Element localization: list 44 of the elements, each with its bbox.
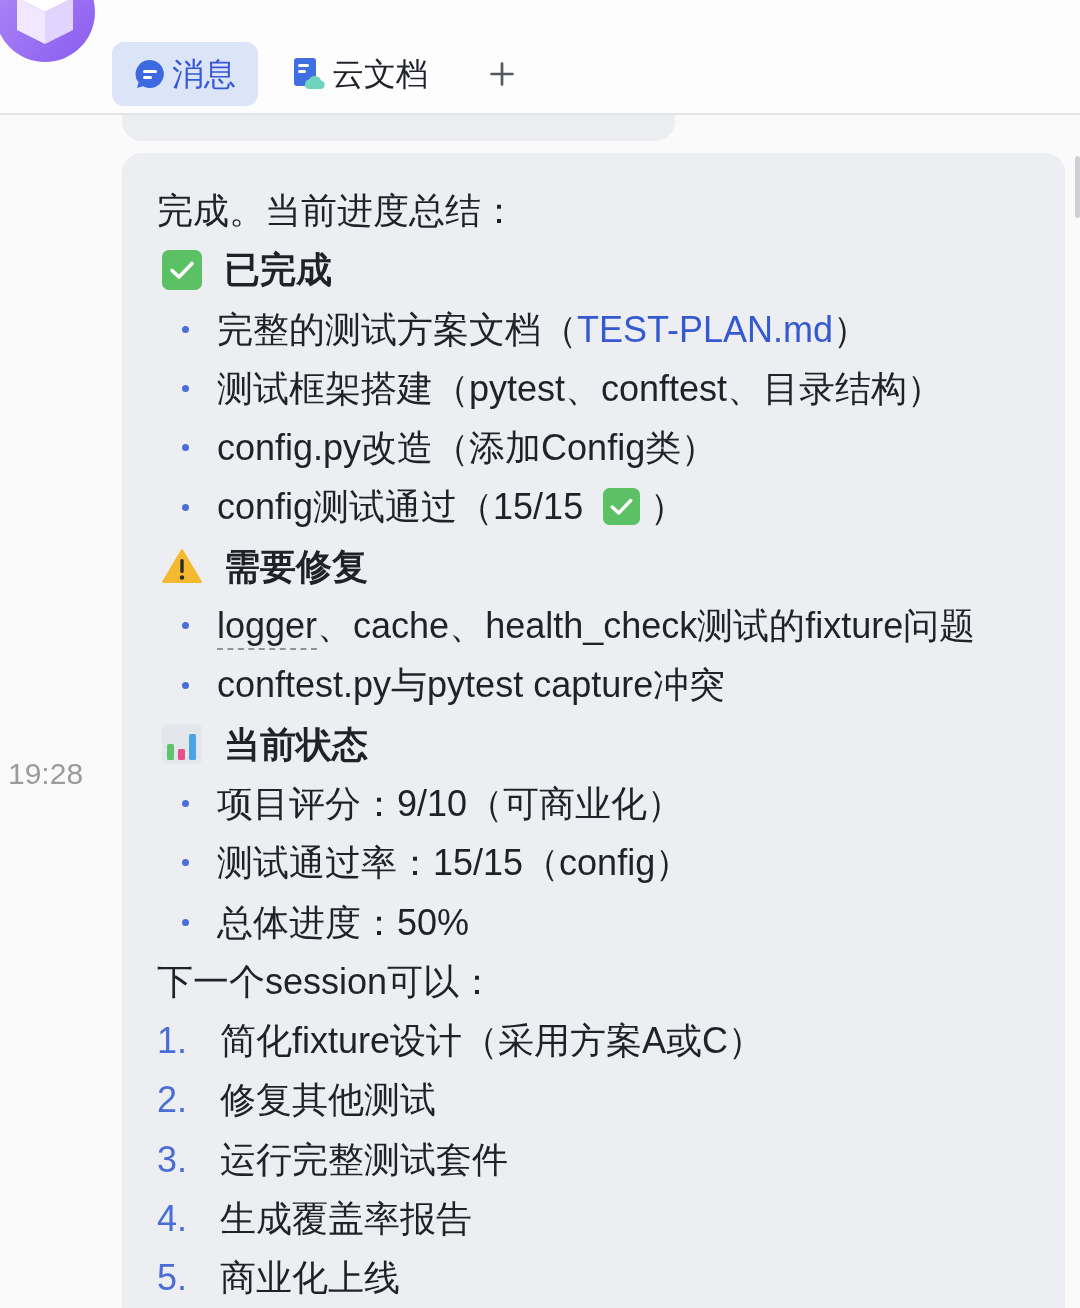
step-number: 4. (157, 1197, 189, 1242)
list-item-text: 测试通过率：15/15（config） (217, 841, 692, 886)
check-mark-icon (603, 488, 641, 526)
bullet-icon (182, 859, 189, 867)
list-item-text: conftest.py与pytest capture冲突 (217, 663, 726, 708)
message-time: 19:28 (8, 757, 84, 790)
step-number: 3. (157, 1137, 189, 1182)
intro-text: 完成。当前进度总结： (157, 189, 518, 233)
scrollbar-thumb[interactable] (1075, 156, 1080, 218)
list-item-text: config.py改造（添加Config类） (217, 426, 718, 471)
section-heading: 当前状态 (224, 722, 368, 767)
step-number: 1. (157, 1019, 189, 1064)
step-number: 2. (157, 1078, 189, 1123)
bullet-icon (182, 681, 189, 689)
warning-icon (162, 548, 202, 585)
step-text: 商业化上线 (220, 1256, 400, 1301)
bullet-icon (182, 800, 189, 808)
step-text: 生成覆盖率报告 (220, 1197, 472, 1242)
section-heading: 需要修复 (224, 544, 368, 589)
list-item-text: 测试框架搭建（pytest、conftest、目录结构） (217, 366, 944, 411)
step-text: 运行完整测试套件 (220, 1137, 508, 1182)
step-text: 修复其他测试 (220, 1078, 436, 1123)
bullet-icon (182, 918, 189, 926)
chat-tab[interactable]: 云文档 (270, 42, 450, 106)
file-link[interactable]: TEST-PLAN.md (577, 308, 834, 350)
chat-bubble-icon (134, 58, 166, 90)
document-cloud-icon (292, 57, 326, 91)
section-heading: 已完成 (224, 248, 332, 293)
step-number: 5. (157, 1256, 189, 1301)
bar-chart-icon (162, 724, 202, 765)
check-mark-icon (162, 249, 202, 290)
list-item-text: 总体进度：50% (217, 900, 470, 945)
list-item-text: 完整的测试方案文档（TEST-PLAN.md） (217, 307, 870, 352)
step-text: 简化fixture设计（采用方案A或C） (220, 1019, 765, 1064)
list-item-text: config测试通过（15/15 ） (217, 485, 687, 530)
next-steps-title: 下一个session可以： (157, 959, 497, 1004)
list-item-text: logger、cache、health_check测试的fixture问题 (217, 604, 976, 649)
list-item-text: 项目评分：9/10（可商业化） (217, 781, 684, 826)
bullet-icon (182, 385, 189, 393)
chat-tab[interactable]: 消息 (112, 42, 258, 106)
bullet-icon (182, 622, 189, 630)
bullet-icon (182, 325, 189, 333)
bullet-icon (182, 503, 189, 511)
bullet-icon (182, 444, 189, 452)
